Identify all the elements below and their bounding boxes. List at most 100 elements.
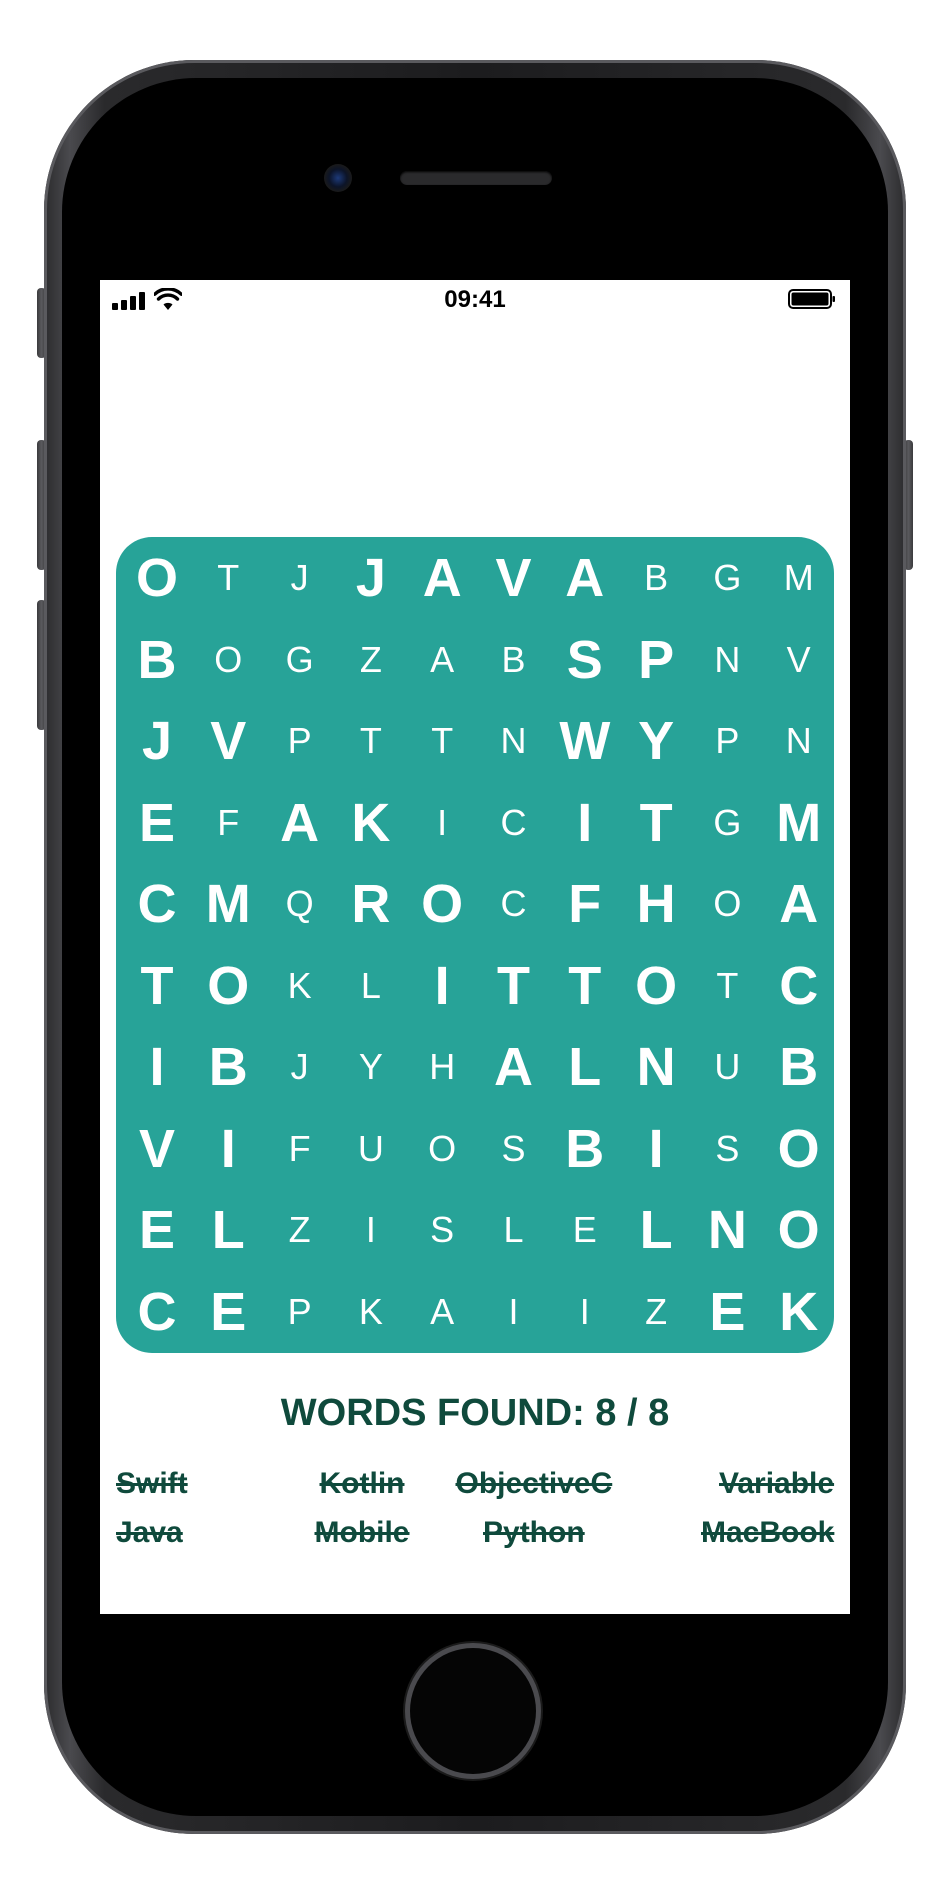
grid-letter[interactable]: O (192, 619, 264, 701)
grid-letter[interactable]: I (478, 1271, 550, 1353)
grid-letter[interactable]: O (406, 1108, 478, 1190)
grid-letter[interactable]: V (192, 700, 264, 782)
grid-letter[interactable]: H (406, 1026, 478, 1108)
grid-letter[interactable]: T (691, 945, 763, 1027)
grid-letter[interactable]: U (335, 1108, 407, 1190)
grid-letter[interactable]: E (549, 1189, 621, 1271)
grid-letter[interactable]: O (763, 1189, 835, 1271)
grid-letter[interactable]: E (192, 1271, 264, 1353)
grid-letter[interactable]: Y (335, 1026, 407, 1108)
grid-letter[interactable]: O (406, 863, 478, 945)
grid-letter[interactable]: V (763, 619, 835, 701)
grid-letter[interactable]: T (620, 782, 692, 864)
grid-letter[interactable]: G (691, 537, 763, 619)
grid-letter[interactable]: N (691, 619, 763, 701)
grid-letter[interactable]: V (478, 537, 550, 619)
grid-letter[interactable]: N (620, 1026, 692, 1108)
grid-letter[interactable]: F (192, 782, 264, 864)
grid-letter[interactable]: I (620, 1108, 692, 1190)
grid-letter[interactable]: Z (264, 1189, 336, 1271)
grid-letter[interactable]: T (335, 700, 407, 782)
grid-letter[interactable]: T (406, 700, 478, 782)
grid-letter[interactable]: S (406, 1189, 478, 1271)
grid-letter[interactable]: S (549, 619, 621, 701)
grid-letter[interactable]: P (264, 1271, 336, 1353)
grid-letter[interactable]: P (264, 700, 336, 782)
grid-letter[interactable]: A (406, 1271, 478, 1353)
grid-letter[interactable]: B (620, 537, 692, 619)
grid-letter[interactable]: R (335, 863, 407, 945)
grid-letter[interactable]: F (549, 863, 621, 945)
grid-letter[interactable]: A (549, 537, 621, 619)
grid-letter[interactable]: S (691, 1108, 763, 1190)
grid-letter[interactable]: Q (264, 863, 336, 945)
home-button[interactable] (410, 1648, 536, 1774)
grid-letter[interactable]: O (192, 945, 264, 1027)
grid-letter[interactable]: S (478, 1108, 550, 1190)
grid-letter[interactable]: T (121, 945, 193, 1027)
grid-letter[interactable]: B (192, 1026, 264, 1108)
grid-letter[interactable]: U (691, 1026, 763, 1108)
grid-letter[interactable]: J (121, 700, 193, 782)
grid-letter[interactable]: O (763, 1108, 835, 1190)
grid-letter[interactable]: N (763, 700, 835, 782)
grid-letter[interactable]: A (406, 537, 478, 619)
grid-letter[interactable]: H (620, 863, 692, 945)
grid-letter[interactable]: O (121, 537, 193, 619)
grid-letter[interactable]: T (549, 945, 621, 1027)
grid-letter[interactable]: K (763, 1271, 835, 1353)
grid-letter[interactable]: T (192, 537, 264, 619)
grid-letter[interactable]: I (406, 782, 478, 864)
grid-letter[interactable]: E (121, 782, 193, 864)
grid-letter[interactable]: E (121, 1189, 193, 1271)
grid-letter[interactable]: J (264, 1026, 336, 1108)
grid-letter[interactable]: B (549, 1108, 621, 1190)
grid-letter[interactable]: C (121, 1271, 193, 1353)
grid-letter[interactable]: B (478, 619, 550, 701)
grid-letter[interactable]: C (121, 863, 193, 945)
grid-letter[interactable]: I (121, 1026, 193, 1108)
grid-letter[interactable]: I (549, 782, 621, 864)
word-search-grid[interactable]: OTJJAVABGMBOGZABSPNVJVPTTNWYPNEFAKICITGM… (116, 537, 834, 1353)
grid-letter[interactable]: M (763, 782, 835, 864)
grid-letter[interactable]: I (335, 1189, 407, 1271)
grid-letter[interactable]: P (691, 700, 763, 782)
grid-letter[interactable]: K (264, 945, 336, 1027)
grid-letter[interactable]: O (691, 863, 763, 945)
grid-letter[interactable]: A (264, 782, 336, 864)
grid-letter[interactable]: A (406, 619, 478, 701)
grid-letter[interactable]: I (406, 945, 478, 1027)
grid-letter[interactable]: I (192, 1108, 264, 1190)
grid-letter[interactable]: Z (620, 1271, 692, 1353)
grid-letter[interactable]: M (763, 537, 835, 619)
grid-letter[interactable]: L (620, 1189, 692, 1271)
grid-letter[interactable]: B (121, 619, 193, 701)
grid-letter[interactable]: C (478, 863, 550, 945)
grid-letter[interactable]: G (264, 619, 336, 701)
grid-letter[interactable]: G (691, 782, 763, 864)
grid-letter[interactable]: K (335, 1271, 407, 1353)
grid-letter[interactable]: K (335, 782, 407, 864)
grid-letter[interactable]: V (121, 1108, 193, 1190)
grid-letter[interactable]: N (478, 700, 550, 782)
grid-letter[interactable]: F (264, 1108, 336, 1190)
grid-letter[interactable]: C (478, 782, 550, 864)
grid-letter[interactable]: L (478, 1189, 550, 1271)
grid-letter[interactable]: A (763, 863, 835, 945)
grid-letter[interactable]: L (192, 1189, 264, 1271)
grid-letter[interactable]: M (192, 863, 264, 945)
grid-letter[interactable]: L (335, 945, 407, 1027)
grid-letter[interactable]: I (549, 1271, 621, 1353)
grid-letter[interactable]: Y (620, 700, 692, 782)
grid-letter[interactable]: T (478, 945, 550, 1027)
grid-letter[interactable]: J (264, 537, 336, 619)
grid-letter[interactable]: W (549, 700, 621, 782)
grid-letter[interactable]: Z (335, 619, 407, 701)
grid-letter[interactable]: O (620, 945, 692, 1027)
grid-letter[interactable]: A (478, 1026, 550, 1108)
grid-letter[interactable]: P (620, 619, 692, 701)
grid-letter[interactable]: J (335, 537, 407, 619)
grid-letter[interactable]: N (691, 1189, 763, 1271)
grid-letter[interactable]: B (763, 1026, 835, 1108)
grid-letter[interactable]: L (549, 1026, 621, 1108)
